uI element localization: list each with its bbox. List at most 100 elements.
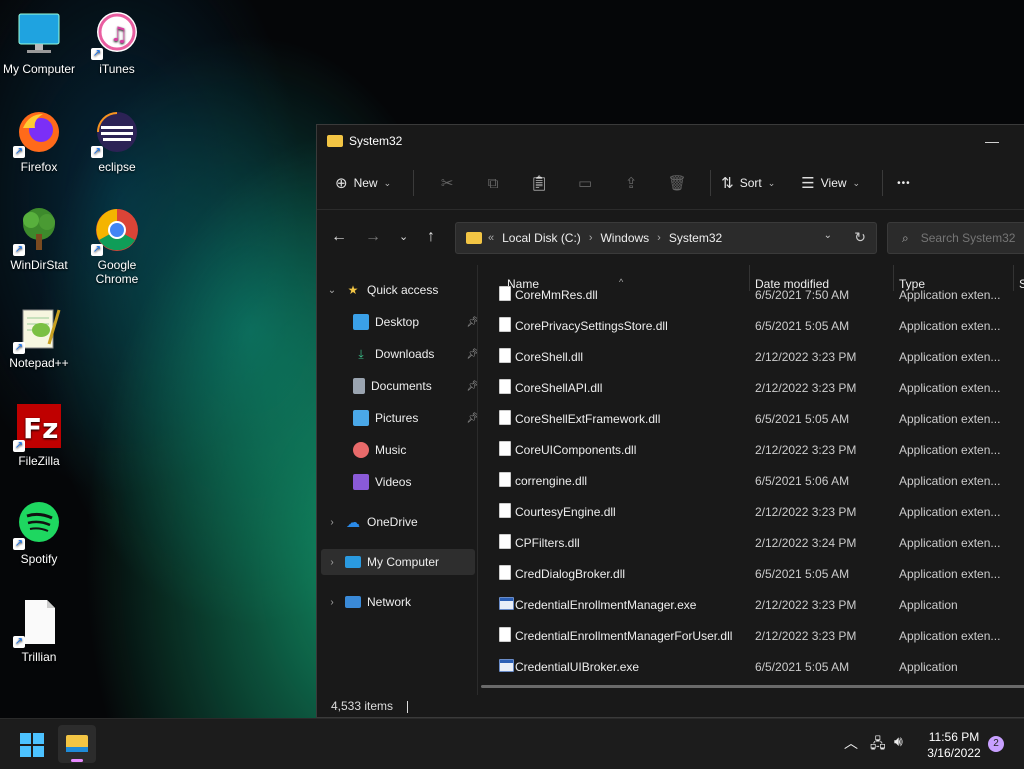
desktop-icon-firefox[interactable]: ↗ Firefox: [0, 108, 78, 174]
volume-button[interactable]: 🔊︎: [894, 733, 903, 750]
status-divider: [407, 700, 409, 713]
clipboard-icon: 📋︎: [529, 175, 549, 192]
new-button[interactable]: ⊕ New ⌄: [335, 174, 391, 192]
table-row[interactable]: CredentialEnrollmentManagerForUser.dll 2/…: [479, 620, 1024, 651]
sidebar-item-music[interactable]: Music: [347, 437, 406, 463]
title-bar[interactable]: System32 —: [317, 125, 1024, 157]
chevron-right-icon: ›: [657, 232, 661, 244]
download-icon: ⤓: [358, 347, 364, 361]
explorer-window[interactable]: System32 — ⊕ New ⌄ ✂ ⧉ 📋︎ ▭ ⇪ 🗑︎ ⇅ Sort …: [316, 124, 1024, 718]
desktop-icon-trillian[interactable]: ↗ Trillian: [0, 598, 78, 664]
breadcrumb-system32[interactable]: System32: [669, 231, 722, 245]
table-row[interactable]: CPFilters.dll 2/12/2022 3:24 PM Applicatio…: [479, 527, 1024, 558]
file-type: Application exten...: [899, 536, 1001, 550]
desktop-icon-windirstat[interactable]: ↗ WinDirStat: [0, 206, 78, 272]
recent-locations-button[interactable]: ⌄: [399, 230, 408, 243]
table-row[interactable]: correngine.dll 6/5/2021 5:06 AM Applicatio…: [479, 465, 1024, 496]
notification-badge[interactable]: 2: [988, 736, 1004, 752]
breadcrumb-overflow[interactable]: «: [488, 232, 494, 244]
view-button[interactable]: ☰ View ⌄: [801, 174, 860, 192]
sidebar-item-onedrive[interactable]: › ☁ OneDrive: [325, 509, 417, 535]
desktop-icon-eclipse[interactable]: ↗ eclipse: [78, 108, 156, 174]
copy-button[interactable]: ⧉: [470, 175, 516, 192]
address-bar[interactable]: « Local Disk (C:) › Windows › System32 ⌄…: [455, 222, 877, 254]
sidebar-item-downloads[interactable]: ⤓ Downloads 📌︎: [347, 341, 479, 367]
share-icon: ⇪: [624, 175, 638, 192]
chevron-down-icon: ⌄: [852, 177, 861, 188]
minimize-button[interactable]: —: [985, 133, 999, 149]
taskbar-file-explorer[interactable]: [58, 725, 96, 763]
up-button[interactable]: ↑: [427, 228, 435, 246]
arrow-right-icon: →: [365, 228, 381, 245]
svg-text:Fz: Fz: [23, 412, 58, 445]
search-input[interactable]: [918, 230, 1023, 246]
table-row[interactable]: CredentialUIBroker.exe 6/5/2021 5:05 AM Ap…: [479, 651, 1024, 682]
active-indicator: [71, 759, 83, 762]
table-row[interactable]: CoreUIComponents.dll 2/12/2022 3:23 PM App…: [479, 434, 1024, 465]
cloud-icon: ☁: [346, 514, 360, 530]
more-icon: •••: [897, 177, 911, 189]
sidebar-item-label: My Computer: [367, 555, 440, 569]
shortcut-arrow-icon: ↗: [13, 636, 25, 648]
speaker-icon: 🔊︎: [894, 733, 903, 749]
toolbar-divider: [882, 170, 884, 196]
file-date: 6/5/2021 5:05 AM: [755, 412, 850, 426]
desktop-icon-notepadpp[interactable]: ↗ Notepad++: [0, 304, 78, 370]
sidebar-item-label: Videos: [375, 475, 412, 489]
desktop-icon-google-chrome[interactable]: ↗ Google Chrome: [78, 206, 156, 286]
table-row[interactable]: CredDialogBroker.dll 6/5/2021 5:05 AM Appl…: [479, 558, 1024, 589]
table-row[interactable]: CredentialEnrollmentManager.exe 2/12/2022…: [479, 589, 1024, 620]
back-button[interactable]: ←: [331, 228, 347, 246]
chevron-right-icon: ›: [330, 596, 334, 608]
clock[interactable]: 11:56 PM 3/16/2022: [918, 729, 990, 761]
table-row[interactable]: CoreShell.dll 2/12/2022 3:23 PM Applicatio…: [479, 341, 1024, 372]
share-button[interactable]: ⇪: [608, 174, 654, 192]
chrome-icon: ↗: [91, 206, 141, 256]
desktop-icon-filezilla[interactable]: Fz ↗ FileZilla: [0, 402, 78, 468]
horizontal-scrollbar[interactable]: [481, 685, 1024, 688]
start-button[interactable]: [20, 733, 44, 757]
sidebar-item-pictures[interactable]: Pictures 📌︎: [347, 405, 479, 431]
desktop-icon-my-computer[interactable]: My Computer: [0, 10, 78, 76]
sidebar-item-videos[interactable]: Videos: [347, 469, 411, 495]
sidebar-item-network[interactable]: › Network: [325, 589, 411, 615]
sort-button[interactable]: ⇅ Sort ⌄: [721, 174, 775, 192]
file-date: 6/5/2021 5:06 AM: [755, 474, 850, 488]
shortcut-arrow-icon: ↗: [91, 146, 103, 158]
sidebar-item-documents[interactable]: Documents 📌︎: [347, 373, 479, 399]
forward-button[interactable]: →: [365, 228, 381, 246]
breadcrumb-local-disk[interactable]: Local Disk (C:): [502, 231, 581, 245]
eclipse-icon: ↗: [91, 108, 141, 158]
file-name: CredDialogBroker.dll: [515, 567, 626, 581]
desktop-icon-itunes[interactable]: ♫ ↗ iTunes: [78, 10, 156, 76]
sidebar-item-desktop[interactable]: Desktop 📌︎: [347, 309, 479, 335]
file-type: Application exten...: [899, 288, 1001, 302]
sidebar-item-label: Pictures: [375, 411, 419, 425]
breadcrumb-windows[interactable]: Windows: [600, 231, 649, 245]
sidebar-item-my-computer[interactable]: › My Computer: [321, 549, 475, 575]
sidebar-item-quick-access[interactable]: ⌄ ★ Quick access: [325, 277, 439, 303]
rename-button[interactable]: ▭: [562, 174, 608, 192]
firefox-icon: ↗: [13, 108, 63, 158]
more-options-button[interactable]: •••: [897, 178, 911, 189]
paste-button[interactable]: 📋︎: [516, 174, 562, 192]
network-status-button[interactable]: 🖧︎: [870, 733, 886, 757]
table-row[interactable]: CorePrivacySettingsStore.dll 6/5/2021 5:0…: [479, 310, 1024, 341]
search-box[interactable]: ⌕: [887, 222, 1024, 254]
file-name: CoreShellAPI.dll: [515, 381, 603, 395]
delete-button[interactable]: 🗑︎: [654, 174, 700, 192]
pane-divider[interactable]: [477, 265, 478, 695]
new-label: New: [353, 176, 378, 190]
table-row[interactable]: CoreMmRes.dll 6/5/2021 7:50 AM Application…: [479, 279, 1024, 310]
chevron-right-icon: ›: [588, 232, 593, 244]
cut-button[interactable]: ✂: [424, 174, 470, 192]
chevron-up-icon: ︿: [844, 735, 858, 751]
address-dropdown-button[interactable]: ⌄: [824, 230, 832, 241]
table-row[interactable]: CourtesyEngine.dll 2/12/2022 3:23 PM Appli…: [479, 496, 1024, 527]
scissors-icon: ✂: [440, 175, 454, 192]
refresh-button[interactable]: ↻: [854, 229, 866, 246]
show-hidden-icons-button[interactable]: ︿: [844, 733, 858, 753]
desktop-icon-spotify[interactable]: ↗ Spotify: [0, 500, 78, 566]
table-row[interactable]: CoreShellAPI.dll 2/12/2022 3:23 PM Applica…: [479, 372, 1024, 403]
table-row[interactable]: CoreShellExtFramework.dll 6/5/2021 5:05 A…: [479, 403, 1024, 434]
